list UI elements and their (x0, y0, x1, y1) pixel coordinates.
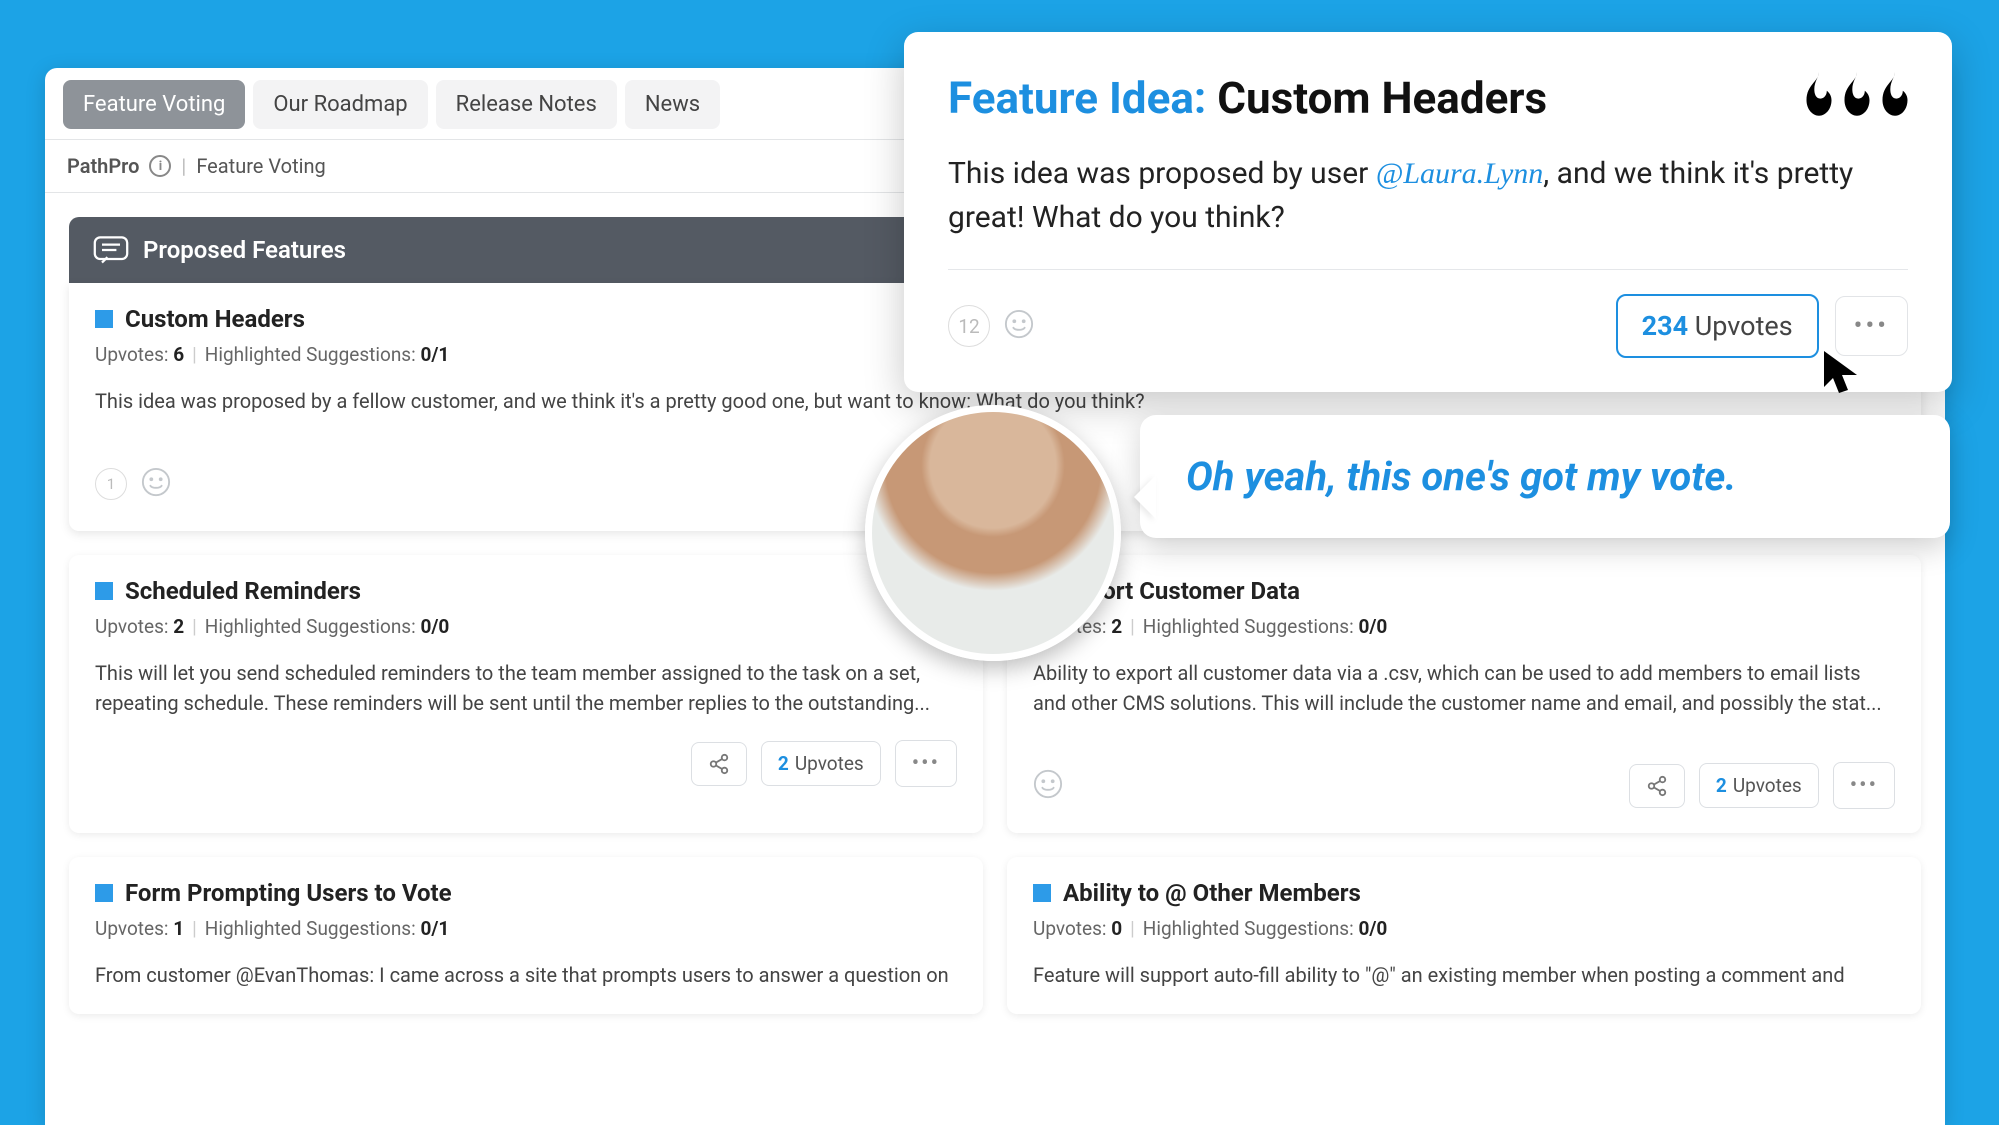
overlay-title: Feature Idea: Custom Headers (948, 72, 1908, 124)
color-tag (1033, 884, 1051, 902)
face-icon[interactable] (141, 467, 171, 501)
card-desc: This will let you send scheduled reminde… (95, 658, 957, 718)
breadcrumb-page: Feature Voting (196, 154, 325, 178)
feature-card[interactable]: Ability to @ Other Members Upvotes: 0|Hi… (1007, 857, 1921, 1014)
card-desc: From customer @EvanThomas: I came across… (95, 960, 957, 990)
card-title: Ability to @ Other Members (1063, 879, 1361, 907)
user-mention[interactable]: @Laura.Lynn (1376, 157, 1544, 190)
card-meta: Upvotes: 2|Highlighted Suggestions: 0/0 (1033, 615, 1895, 638)
card-meta: Upvotes: 2|Highlighted Suggestions: 0/0 (95, 615, 957, 638)
section-title: Proposed Features (143, 236, 346, 264)
upvote-button[interactable]: 2 Upvotes (761, 741, 881, 786)
card-desc: Feature will support auto-fill ability t… (1033, 960, 1895, 990)
more-button[interactable]: ••• (895, 740, 957, 787)
breadcrumb-sep: | (181, 154, 186, 178)
upvote-button[interactable]: 234 Upvotes (1616, 294, 1819, 358)
color-tag (95, 582, 113, 600)
card-desc: Ability to export all customer data via … (1033, 658, 1895, 718)
card-title: Scheduled Reminders (125, 577, 361, 605)
overlay-body: This idea was proposed by user @Laura.Ly… (948, 152, 1908, 239)
breadcrumb-brand: PathPro (67, 154, 139, 178)
avatar (865, 405, 1121, 661)
feature-card[interactable]: Export Customer Data Upvotes: 2|Highligh… (1007, 555, 1921, 833)
speech-bubble: Oh yeah, this one's got my vote. (1140, 415, 1950, 538)
upvote-button[interactable]: 2 Upvotes (1699, 763, 1819, 808)
comment-count[interactable]: 1 (95, 468, 127, 500)
info-icon[interactable]: i (149, 155, 171, 177)
feature-detail-overlay: Feature Idea: Custom Headers This idea w… (904, 32, 1952, 392)
card-title: Form Prompting Users to Vote (125, 879, 452, 907)
more-button[interactable]: ••• (1835, 296, 1908, 356)
tab-feature-voting[interactable]: Feature Voting (63, 80, 245, 129)
color-tag (95, 310, 113, 328)
comment-count[interactable]: 12 (948, 305, 990, 347)
color-tag (95, 884, 113, 902)
face-icon[interactable] (1004, 309, 1034, 343)
comments-icon (93, 235, 129, 265)
share-button[interactable] (691, 742, 747, 786)
card-meta: Upvotes: 0|Highlighted Suggestions: 0/0 (1033, 917, 1895, 940)
cursor-icon (1818, 348, 1866, 396)
face-icon[interactable] (1033, 769, 1063, 803)
card-title: Custom Headers (125, 305, 305, 333)
tab-our-roadmap[interactable]: Our Roadmap (253, 80, 427, 129)
tab-release-notes[interactable]: Release Notes (436, 80, 617, 129)
flame-icon (1800, 72, 1914, 133)
share-button[interactable] (1629, 764, 1685, 808)
divider (948, 269, 1908, 270)
feature-card[interactable]: Scheduled Reminders Upvotes: 2|Highlight… (69, 555, 983, 833)
tab-news[interactable]: News (625, 80, 720, 129)
card-meta: Upvotes: 1|Highlighted Suggestions: 0/1 (95, 917, 957, 940)
feature-card[interactable]: Form Prompting Users to Vote Upvotes: 1|… (69, 857, 983, 1014)
more-button[interactable]: ••• (1833, 762, 1895, 809)
